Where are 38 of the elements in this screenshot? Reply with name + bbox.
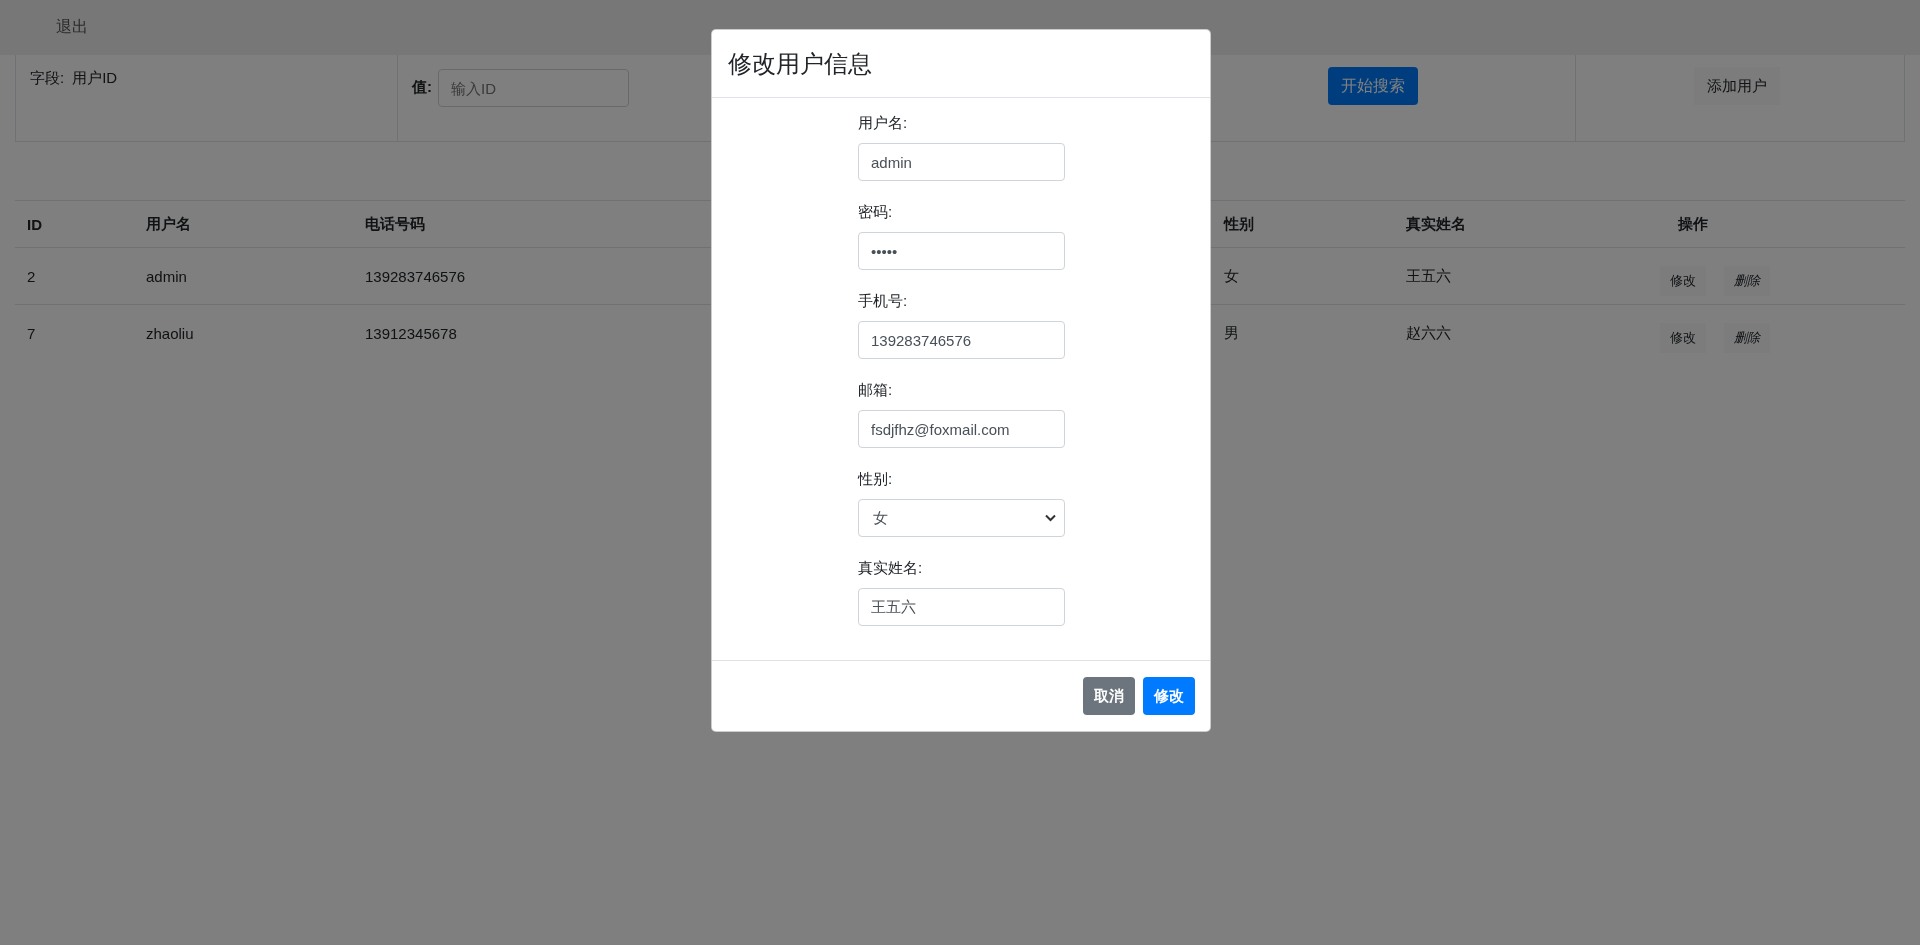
search-button[interactable]: 开始搜索 <box>1328 67 1418 105</box>
column-header: 操作 <box>1677 214 1709 234</box>
column-header: 真实姓名 <box>1405 214 1467 234</box>
table-cell-text: 王五六 <box>1405 266 1452 286</box>
table-cell-text: admin <box>145 267 188 285</box>
input-field[interactable]: 139283746576 <box>858 321 1065 359</box>
select-field[interactable]: 女 <box>858 499 1065 537</box>
table-cell-text: 赵六六 <box>1405 323 1452 343</box>
field-label: 性别: <box>858 470 893 489</box>
table-cell-text: 女 <box>1223 266 1240 286</box>
input-field[interactable]: ••••• <box>858 232 1065 270</box>
field-label: 字段: <box>30 69 65 88</box>
dialog-title: 修改用户信息 <box>728 48 872 79</box>
column-header: 性别 <box>1222 214 1255 234</box>
table-cell-text: 男 <box>1223 323 1240 343</box>
table-cell-text: 13912345678 <box>364 324 458 342</box>
table-cell-text: 7 <box>26 324 37 342</box>
table-cell-text: 2 <box>26 267 37 285</box>
column-header: ID <box>26 215 43 233</box>
cancel-button[interactable]: 取消 <box>1083 677 1135 715</box>
field-value: 用户ID <box>72 69 118 88</box>
caret-icon <box>1045 514 1056 522</box>
input-field[interactable]: admin <box>858 143 1065 181</box>
column-header: 电话号码 <box>364 214 426 234</box>
logout-link[interactable]: 退出 <box>56 17 88 38</box>
search-input[interactable]: 输入ID <box>438 69 629 107</box>
column-header: 用户名 <box>145 214 192 234</box>
field-label: 邮箱: <box>858 381 893 400</box>
input-field[interactable]: fsdjfhz@foxmail.com <box>858 410 1065 448</box>
field-label: 手机号: <box>858 292 908 311</box>
confirm-button[interactable]: 修改 <box>1143 677 1195 715</box>
table-cell-text: 139283746576 <box>364 267 467 285</box>
field-label: 用户名: <box>858 114 908 133</box>
input-field[interactable]: 王五六 <box>858 588 1065 626</box>
field-label: 真实姓名: <box>858 559 923 578</box>
value-label: 值: <box>412 78 432 97</box>
field-label: 密码: <box>858 203 893 222</box>
table-cell-text: zhaoliu <box>145 324 195 342</box>
